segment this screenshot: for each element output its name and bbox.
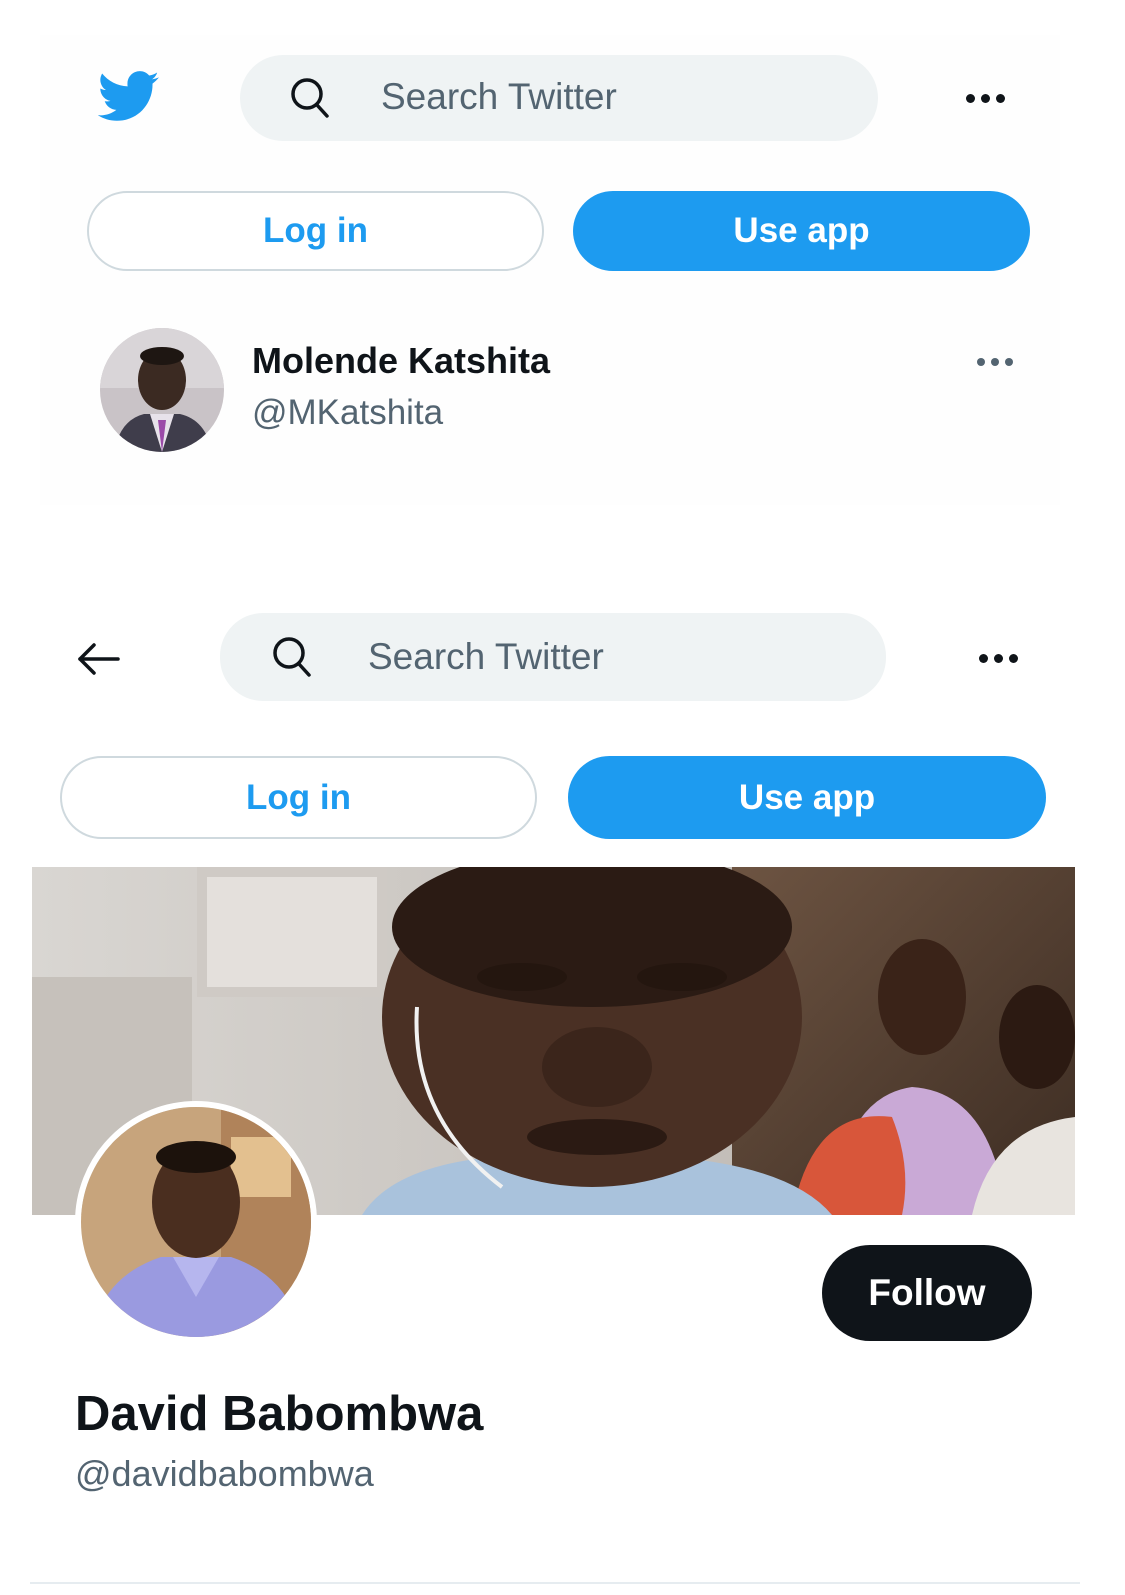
- twitter-bird-icon[interactable]: [98, 71, 160, 123]
- first-profile-card: Search Twitter Log in Use app Molende Ka…: [40, 35, 1060, 505]
- login-button[interactable]: Log in: [60, 756, 537, 839]
- more-dots-icon[interactable]: [977, 358, 1013, 366]
- more-dots-icon[interactable]: [966, 94, 1005, 103]
- search-placeholder: Search Twitter: [381, 76, 617, 117]
- follow-button[interactable]: Follow: [822, 1245, 1032, 1341]
- more-dots-icon[interactable]: [979, 654, 1018, 663]
- login-button[interactable]: Log in: [87, 191, 544, 271]
- profile-handle: @MKatshita: [252, 393, 444, 432]
- use-app-button[interactable]: Use app: [568, 756, 1046, 839]
- avatar[interactable]: [75, 1101, 317, 1343]
- search-placeholder: Search Twitter: [368, 636, 604, 677]
- avatar[interactable]: [100, 328, 224, 452]
- search-bar[interactable]: Search Twitter: [240, 55, 878, 141]
- profile-handle: @davidbabombwa: [75, 1453, 374, 1494]
- second-profile-card: Search Twitter Log in Use app Follow Dav…: [32, 593, 1075, 1545]
- back-arrow-icon[interactable]: [76, 641, 120, 677]
- divider: [30, 1582, 1080, 1584]
- profile-name: David Babombwa: [75, 1387, 484, 1441]
- search-icon: [291, 78, 329, 118]
- profile-name: Molende Katshita: [252, 340, 551, 381]
- search-bar[interactable]: Search Twitter: [220, 613, 886, 701]
- use-app-button[interactable]: Use app: [573, 191, 1030, 271]
- search-icon: [273, 637, 311, 677]
